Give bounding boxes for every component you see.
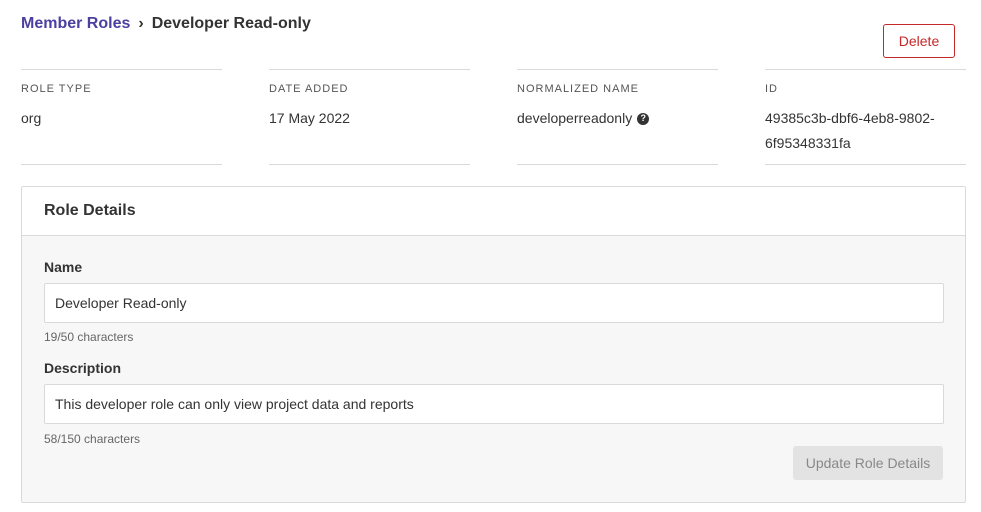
help-icon[interactable]: ? — [637, 112, 650, 125]
description-label: Description — [44, 360, 122, 376]
breadcrumb-member-roles-link[interactable]: Member Roles — [21, 15, 130, 33]
meta-value: org — [21, 110, 42, 126]
role-details-card: Role Details Name 19/50 characters Descr… — [21, 186, 966, 503]
delete-button[interactable]: Delete — [883, 24, 955, 58]
card-title: Role Details — [22, 187, 965, 236]
meta-value: developerreadonly — [517, 110, 633, 126]
description-input[interactable] — [44, 384, 944, 424]
meta-value: 17 May 2022 — [269, 110, 350, 126]
meta-label: ROLE TYPE — [21, 83, 92, 95]
update-role-details-button[interactable]: Update Role Details — [793, 446, 943, 480]
name-char-count: 19/50 characters — [44, 330, 134, 344]
meta-date-added: DATE ADDED 17 May 2022 — [269, 69, 470, 165]
meta-value-row: developerreadonly ? — [517, 106, 718, 131]
meta-normalized-name: NORMALIZED NAME developerreadonly ? — [517, 69, 718, 165]
breadcrumb-separator: › — [138, 15, 144, 32]
description-char-count: 58/150 characters — [44, 432, 141, 446]
name-input[interactable] — [44, 283, 944, 323]
meta-label: NORMALIZED NAME — [517, 83, 639, 95]
meta-id: ID 49385c3b-dbf6-4eb8-9802-6f95348331fa — [765, 69, 966, 165]
page-title: Developer Read-only — [151, 15, 311, 32]
name-label: Name — [44, 259, 83, 275]
meta-label: ID — [765, 83, 778, 95]
breadcrumb: Member Roles › Developer Read-only — [21, 15, 311, 33]
meta-role-type: ROLE TYPE org — [21, 69, 222, 165]
meta-value: 49385c3b-dbf6-4eb8-9802-6f95348331fa — [765, 110, 935, 151]
meta-label: DATE ADDED — [269, 83, 349, 95]
